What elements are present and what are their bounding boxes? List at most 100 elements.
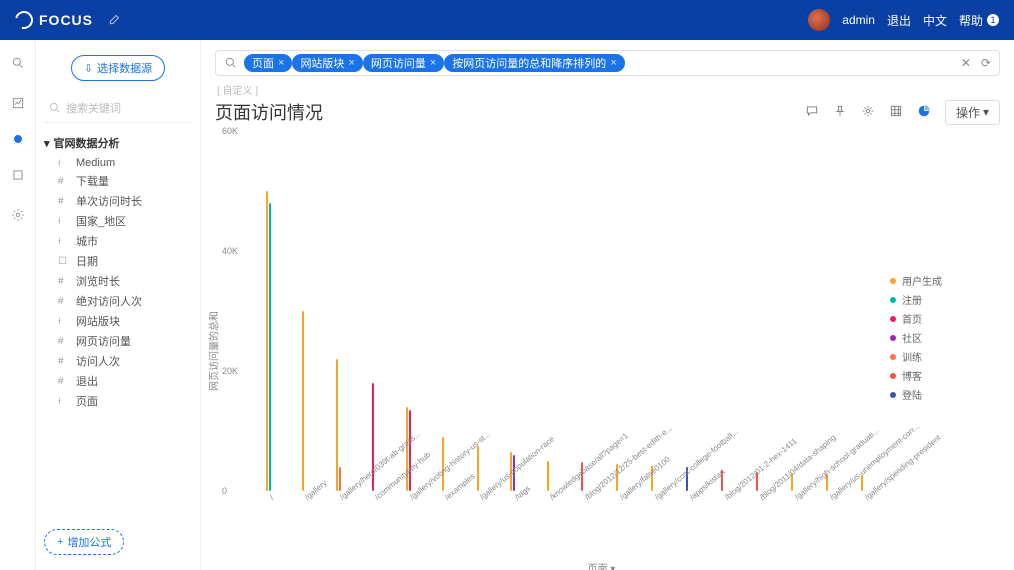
query-bar[interactable]: 页面×网站版块×网页访问量×按网页访问量的总和降序排列的× ✕ ⟳ (215, 50, 1000, 76)
x-axis-label: 页面 ▾ (588, 560, 616, 570)
bar[interactable] (477, 446, 479, 491)
nav-settings-icon[interactable] (10, 207, 26, 223)
add-formula-button[interactable]: + 增加公式 (44, 529, 124, 555)
bar[interactable] (547, 461, 549, 491)
legend-item[interactable]: 首页 (890, 309, 1000, 328)
page-title: 页面访问情况 (215, 99, 323, 125)
operations-button[interactable]: 操作 ▾ (945, 100, 1000, 125)
bar-group (496, 131, 529, 491)
chevron-down-icon: ▾ (610, 564, 615, 570)
pie-chart-icon[interactable] (917, 104, 931, 121)
nav-chart-icon[interactable] (10, 95, 26, 111)
field-type-icon: # (58, 196, 70, 207)
x-tick: /gallery/false0100 (600, 491, 635, 570)
sidebar-field[interactable]: #退出 (44, 371, 192, 391)
legend-dot (890, 335, 896, 341)
legend-item[interactable]: 注册 (890, 290, 1000, 309)
field-type-icon: # (58, 176, 70, 187)
gear-icon[interactable] (861, 104, 875, 121)
avatar[interactable] (808, 9, 830, 31)
close-icon[interactable]: × (278, 57, 284, 69)
x-tick: /tags (495, 491, 530, 570)
bar-group (357, 131, 390, 491)
chevron-down-icon: ▾ (983, 105, 989, 119)
sidebar-field[interactable]: ⟊网站版块 (44, 311, 192, 331)
field-type-icon: # (58, 276, 70, 287)
y-tick: 20K (222, 366, 238, 376)
sidebar-search[interactable]: 搜索关键词 (44, 94, 192, 123)
bar-group (566, 131, 599, 491)
legend-dot (890, 278, 896, 284)
nav-active-dot[interactable] (14, 135, 22, 143)
logout-link[interactable]: 退出 (887, 12, 911, 29)
lang-link[interactable]: 中文 (923, 12, 947, 29)
nav-layers-icon[interactable] (10, 167, 26, 183)
field-type-icon: ⟊ (58, 316, 70, 327)
y-tick: 0 (222, 486, 227, 496)
tree-head[interactable]: ▾ 官网数据分析 (44, 131, 192, 155)
x-tick: /community/my-hub (355, 491, 390, 570)
legend-dot (890, 354, 896, 360)
sidebar-field[interactable]: #下载量 (44, 171, 192, 191)
close-icon[interactable]: × (430, 57, 436, 69)
x-tick: /gallery/us-unemployment-corr... (810, 491, 845, 570)
comment-icon[interactable] (805, 104, 819, 121)
legend-item[interactable]: 训练 (890, 347, 1000, 366)
plus-icon: + (57, 536, 63, 548)
sidebar-field[interactable]: ⟊城市 (44, 231, 192, 251)
sidebar-field[interactable]: #绝对访问人次 (44, 291, 192, 311)
main: 页面×网站版块×网页访问量×按网页访问量的总和降序排列的× ✕ ⟳ [ 自定义 … (201, 40, 1014, 570)
select-datasource-button[interactable]: ⇩ 选择数据源 (71, 55, 165, 81)
sidebar-field[interactable]: ⟊Medium (44, 155, 192, 171)
field-tree: ▾ 官网数据分析 ⟊Medium#下载量#单次访问时长⟊国家_地区⟊城市☐日期#… (44, 131, 192, 411)
brand-text: FOCUS (39, 12, 93, 28)
y-axis-label: 网页访问量的总和 (206, 311, 221, 391)
query-tag[interactable]: 按网页访问量的总和降序排列的× (444, 54, 624, 72)
bar[interactable] (336, 359, 338, 491)
sidebar-field[interactable]: ⟊页面 (44, 391, 192, 411)
query-tag[interactable]: 网站版块× (292, 54, 362, 72)
nav-search-icon[interactable] (10, 55, 26, 71)
username[interactable]: admin (842, 13, 875, 27)
sidebar-field[interactable]: #单次访问时长 (44, 191, 192, 211)
left-nav (0, 40, 36, 570)
search-icon (224, 56, 238, 70)
sidebar-field[interactable]: #浏览时长 (44, 271, 192, 291)
bar-group (426, 131, 459, 491)
brand-logo[interactable]: FOCUS (15, 11, 93, 29)
x-tick: /examples (425, 491, 460, 570)
x-tick: /gallery/us-population-race (460, 491, 495, 570)
help-link[interactable]: 帮助 1 (959, 12, 999, 29)
bar[interactable] (302, 311, 304, 491)
bar[interactable] (409, 410, 411, 491)
legend-dot (890, 373, 896, 379)
field-type-icon: ⟊ (58, 158, 70, 169)
table-icon[interactable] (889, 104, 903, 121)
legend-item[interactable]: 博客 (890, 366, 1000, 385)
clear-icon[interactable]: ✕ (961, 56, 971, 70)
close-icon[interactable]: × (348, 57, 354, 69)
sidebar-field[interactable]: #网页访问量 (44, 331, 192, 351)
sidebar-field[interactable]: ☐日期 (44, 251, 192, 271)
sidebar-field[interactable]: #访问人次 (44, 351, 192, 371)
bar-group (322, 131, 355, 491)
bar[interactable] (269, 203, 271, 491)
query-tag[interactable]: 网页访问量× (363, 54, 444, 72)
field-type-icon: ⟊ (58, 216, 70, 227)
field-type-icon: ⟊ (58, 396, 70, 407)
query-tag[interactable]: 页面× (244, 54, 292, 72)
legend-dot (890, 316, 896, 322)
bar-group (671, 131, 704, 491)
legend-item[interactable]: 用户生成 (890, 271, 1000, 290)
legend-item[interactable]: 社区 (890, 328, 1000, 347)
bar[interactable] (339, 467, 341, 491)
title-actions: 操作 ▾ (805, 100, 1000, 125)
y-tick: 40K (222, 246, 238, 256)
legend-item[interactable]: 登陆 (890, 385, 1000, 404)
pin-icon[interactable] (833, 104, 847, 121)
close-icon[interactable]: × (610, 57, 616, 69)
refresh-icon[interactable]: ⟳ (981, 56, 991, 70)
edit-icon[interactable] (108, 12, 122, 29)
sidebar-field[interactable]: ⟊国家_地区 (44, 211, 192, 231)
bar[interactable] (266, 191, 268, 491)
